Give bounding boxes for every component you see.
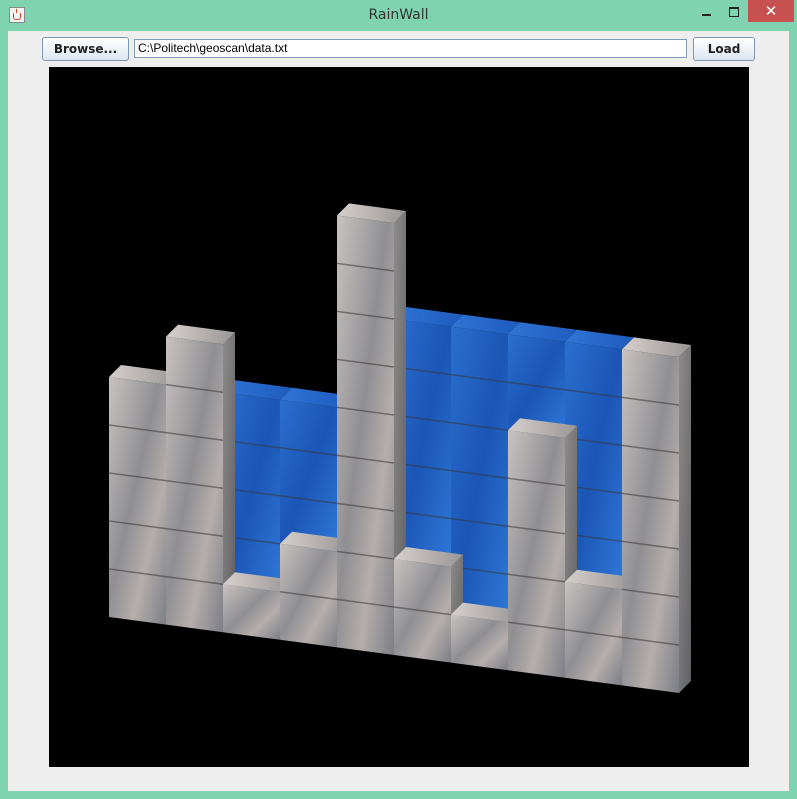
load-button[interactable]: Load <box>693 37 755 61</box>
water-column <box>280 399 337 552</box>
maximize-button[interactable] <box>723 4 745 22</box>
stone-side-face <box>679 345 691 693</box>
window-title: RainWall <box>368 7 429 23</box>
content-pane: Browse... C:\Politech\geoscan\data.txt L… <box>8 31 789 791</box>
stone-column <box>223 584 280 640</box>
wall-scene <box>108 203 691 693</box>
browse-button[interactable]: Browse... <box>42 37 129 61</box>
render-canvas[interactable] <box>49 67 749 767</box>
file-path-field[interactable]: C:\Politech\geoscan\data.txt <box>134 39 687 58</box>
stone-column <box>508 430 565 678</box>
stone-column <box>451 614 508 671</box>
stone-column <box>337 215 394 655</box>
title-bar[interactable]: RainWall ✕ <box>0 0 797 31</box>
minimize-button[interactable] <box>696 4 718 22</box>
stone-column <box>109 377 166 625</box>
close-button[interactable]: ✕ <box>748 0 794 22</box>
app-window: RainWall ✕ Browse... C:\Politech\geoscan… <box>0 0 797 799</box>
